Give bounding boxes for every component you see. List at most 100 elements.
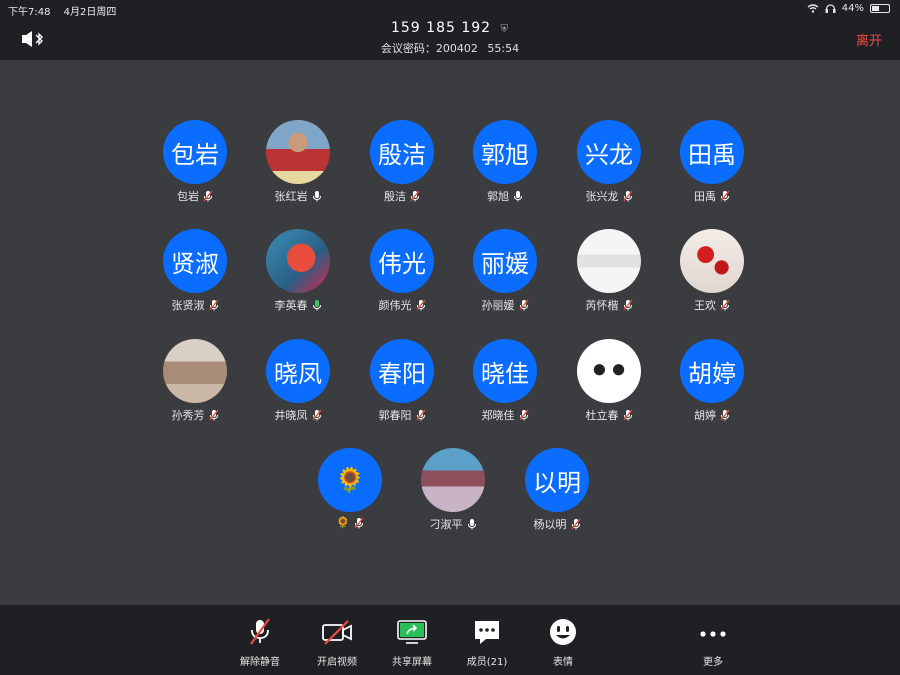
participant-tile[interactable]: 郭旭 郭旭 — [460, 120, 550, 220]
participant-name: 郑晓佳 — [481, 409, 515, 422]
smiley-icon — [550, 619, 576, 645]
participant-name-row: 包岩 — [150, 188, 240, 204]
avatar: 包岩 — [163, 120, 227, 184]
members-button[interactable]: 成员(21) — [452, 617, 522, 668]
mic-muted-icon — [250, 618, 270, 645]
participant-name: 张红岩 — [274, 190, 308, 203]
avatar — [421, 448, 485, 512]
mic-muted-icon — [622, 299, 633, 311]
participant-name: 郭旭 — [487, 190, 509, 203]
status-right: 44% — [807, 3, 890, 14]
participant-tile[interactable]: 兴龙 张兴龙 — [564, 120, 654, 220]
participant-tile[interactable]: 殷洁 殷洁 — [357, 120, 447, 220]
mic-muted-icon — [720, 190, 730, 202]
participant-tile[interactable]: 李英春 — [253, 229, 343, 329]
participant-name-row: 张贤淑 — [150, 297, 240, 313]
mic-muted-icon — [203, 190, 213, 202]
participant-name: 刁淑平 — [429, 518, 463, 531]
participant-tile[interactable]: 胡婷 胡婷 — [667, 339, 757, 439]
share-screen-icon — [397, 620, 427, 644]
mic-muted-icon — [415, 299, 426, 311]
more-label: 更多 — [703, 657, 723, 668]
participant-tile[interactable]: 贤淑 张贤淑 — [150, 229, 240, 329]
participant-name-row: 刁淑平 — [408, 516, 498, 532]
participant-name: 李英春 — [274, 299, 308, 312]
participant-tile[interactable]: 包岩 包岩 — [150, 120, 240, 220]
leave-button[interactable]: 离开 — [856, 30, 882, 49]
participant-name: 杜立春 — [585, 409, 619, 422]
meeting-password: 会议密码：200402 — [380, 42, 478, 55]
participant-name: 杨以明 — [533, 518, 567, 531]
battery-icon — [870, 4, 890, 13]
participant-name-row: 颜伟光 — [357, 297, 447, 313]
mic-icon — [467, 519, 476, 530]
avatar — [680, 229, 744, 293]
participant-name-row: 郭春阳 — [357, 407, 447, 423]
meeting-elapsed: 55:54 — [487, 42, 520, 55]
more-dots-icon — [700, 631, 726, 637]
mic-muted-icon — [720, 409, 730, 421]
avatar: 以明 — [525, 448, 589, 512]
participant-name: 包岩 — [177, 190, 199, 203]
avatar — [163, 339, 227, 403]
mic-muted-icon — [208, 409, 219, 421]
participant-tile[interactable]: 以明杨以明 — [512, 448, 602, 548]
participant-tile[interactable]: 杜立春 — [564, 339, 654, 439]
meeting-subtitle: 会议密码：200402 55:54 — [0, 40, 900, 56]
participant-tile[interactable]: 晓凤 井晓凤 — [253, 339, 343, 439]
participant-name-row: 孙秀芳 — [150, 407, 240, 423]
shield-icon[interactable]: ⛨ — [501, 24, 510, 35]
participant-tile[interactable]: 孙秀芳 — [150, 339, 240, 439]
share-screen-button[interactable]: 共享屏幕 — [377, 617, 447, 668]
avatar: 胡婷 — [680, 339, 744, 403]
avatar: 兴龙 — [577, 120, 641, 184]
more-button[interactable]: 更多 — [678, 617, 748, 668]
mic-muted-icon — [622, 409, 633, 421]
participant-tile[interactable]: 刁淑平 — [408, 448, 498, 548]
status-left: 下午7:48 4月2日周四 — [8, 3, 126, 18]
mic-muted-icon — [208, 299, 219, 311]
participant-tile[interactable]: 晓佳 郑晓佳 — [460, 339, 550, 439]
participant-tile[interactable]: 张红岩 — [253, 120, 343, 220]
participant-tile[interactable]: 春阳 郭春阳 — [357, 339, 447, 439]
participant-name-row: 殷洁 — [357, 188, 447, 204]
participant-name: 井晓凤 — [274, 409, 308, 422]
meeting-id-text: 159 185 192 — [390, 20, 492, 36]
avatar: 郭旭 — [473, 120, 537, 184]
headphones-icon — [825, 4, 836, 13]
participant-name-row: 王欢 — [667, 297, 757, 313]
unmute-button[interactable]: 解除静音 — [225, 617, 295, 668]
participant-name-row: 田禹 — [667, 188, 757, 204]
avatar: 丽媛 — [473, 229, 537, 293]
start-video-button[interactable]: 开启视频 — [302, 617, 372, 668]
participant-tile[interactable]: 芮怀楷 — [564, 229, 654, 329]
video-off-icon — [322, 620, 352, 645]
mic-muted-icon — [410, 190, 420, 202]
participant-name-row: 芮怀楷 — [564, 297, 654, 313]
participant-tile[interactable]: 丽媛 孙丽媛 — [460, 229, 550, 329]
reactions-label: 表情 — [553, 657, 573, 668]
members-label: 成员(21) — [466, 657, 508, 668]
mic-muted-icon — [720, 299, 730, 311]
participant-name: 王欢 — [694, 299, 716, 312]
participant-name-row: 张兴龙 — [564, 188, 654, 204]
participant-name: 胡婷 — [694, 409, 716, 422]
participant-name-row: 郭旭 — [460, 188, 550, 204]
avatar: 春阳 — [370, 339, 434, 403]
mic-icon — [514, 191, 522, 202]
avatar: 殷洁 — [370, 120, 434, 184]
chat-bubble-icon — [475, 621, 499, 644]
participant-tile[interactable]: 王欢 — [667, 229, 757, 329]
reactions-button[interactable]: 表情 — [528, 617, 598, 668]
participant-tile[interactable]: 伟光 颜伟光 — [357, 229, 447, 329]
participant-name: 殷洁 — [384, 190, 406, 203]
participant-name: 芮怀楷 — [585, 299, 619, 312]
wifi-icon — [807, 4, 819, 13]
participant-tile[interactable]: 田禹 田禹 — [667, 120, 757, 220]
mic-icon — [312, 191, 321, 202]
status-bar: 下午7:48 4月2日周四 44% — [0, 0, 900, 18]
bottom-toolbar: 解除静音 开启视频 共享屏幕 成员(21) 表情 更多 — [0, 605, 900, 675]
participant-tile[interactable]: 🌻 🌻 — [305, 448, 395, 548]
participant-name-row: 胡婷 — [667, 407, 757, 423]
participant-name-row: 井晓凤 — [253, 407, 343, 423]
